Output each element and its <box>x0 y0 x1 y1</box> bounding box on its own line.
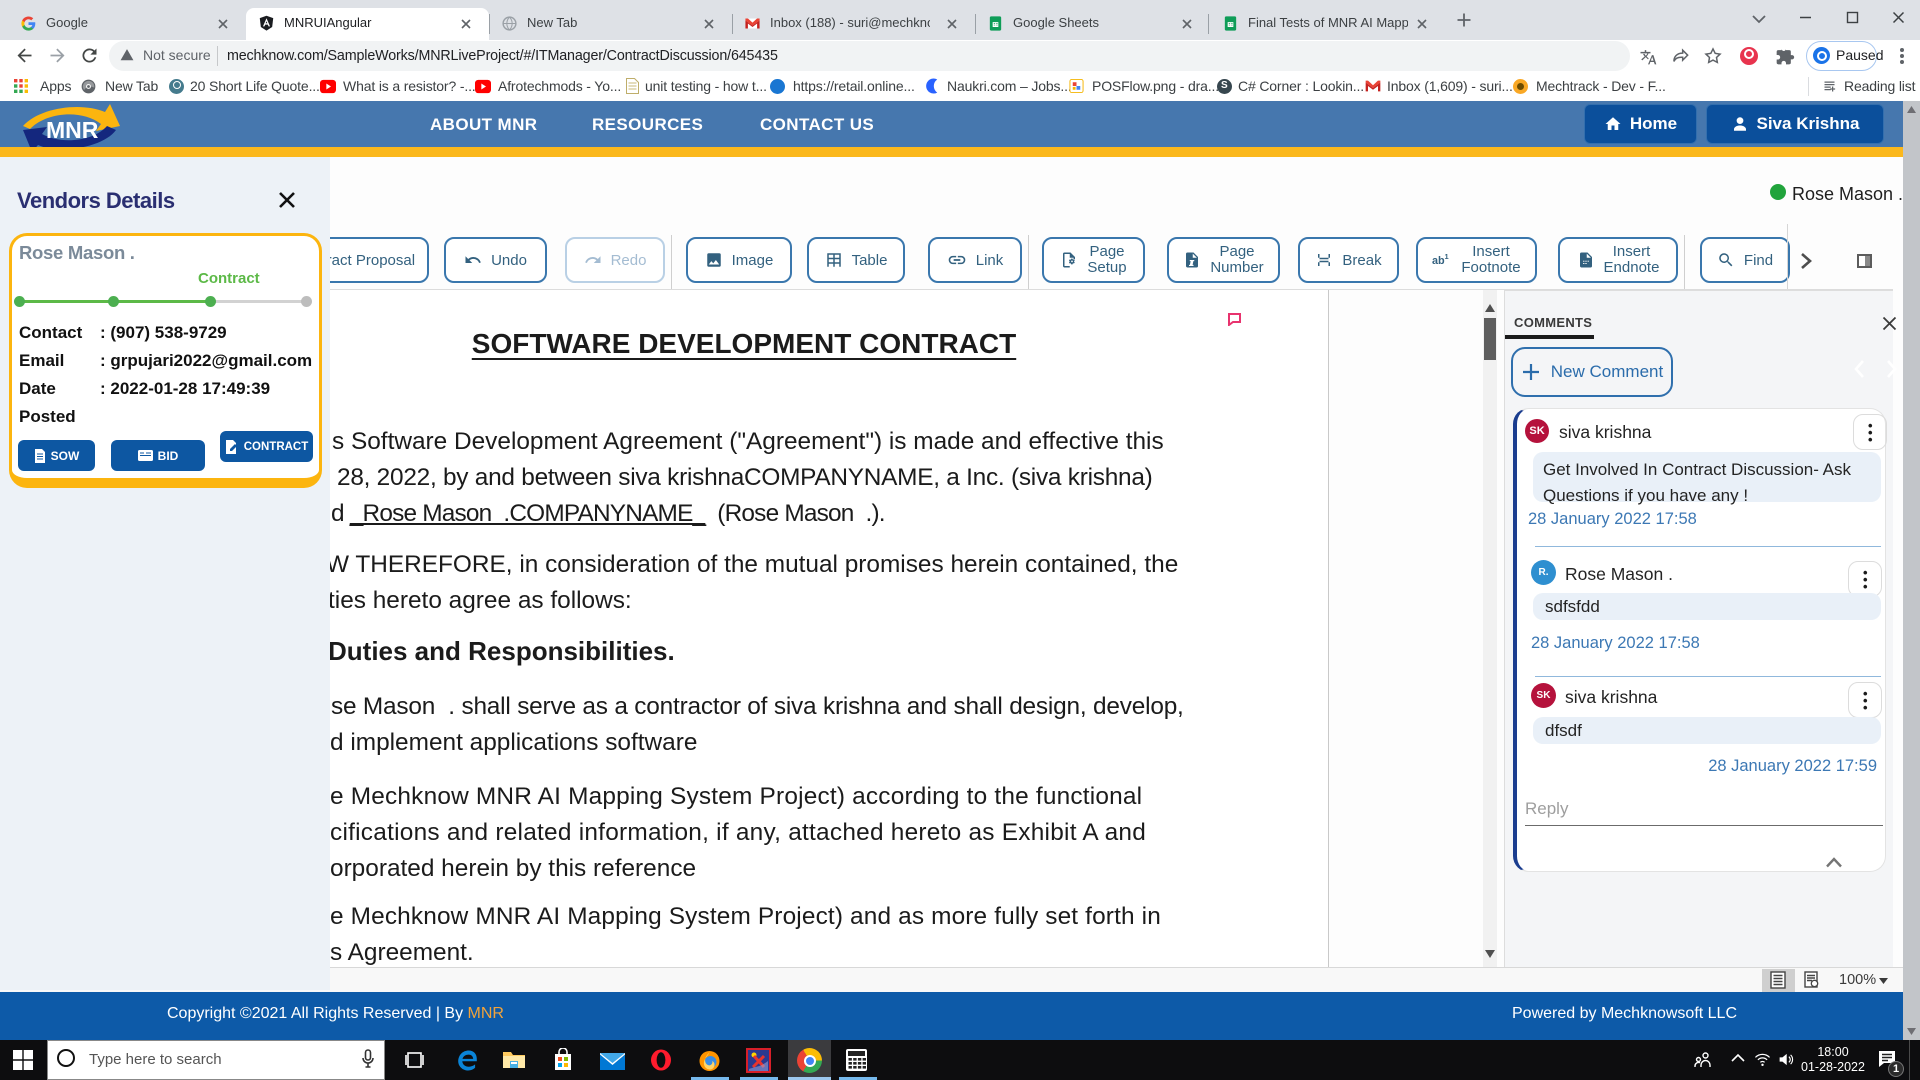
svg-text:MNR: MNR <box>46 117 99 143</box>
svg-text:ab: ab <box>1432 255 1445 267</box>
svg-text:1: 1 <box>1445 252 1449 261</box>
